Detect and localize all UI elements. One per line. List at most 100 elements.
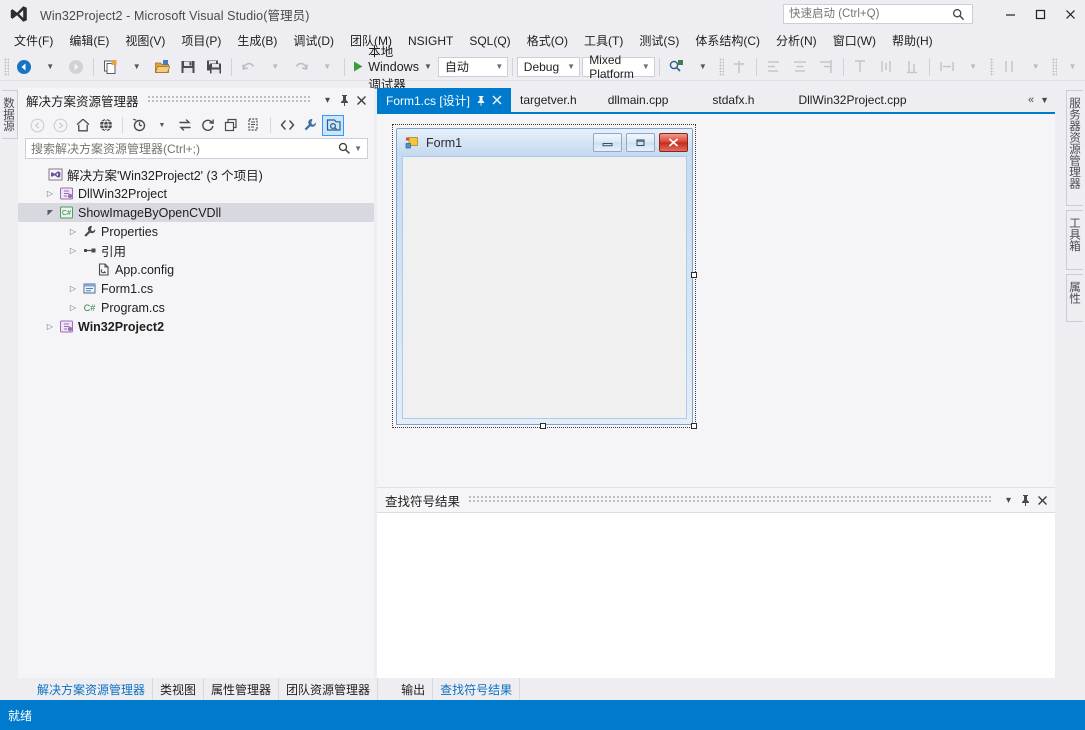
save-icon[interactable] <box>175 56 201 78</box>
tab-dllmain-cpp[interactable]: dllmain.cpp <box>585 88 691 112</box>
close-panel-button[interactable] <box>353 91 370 109</box>
navigate-forward-icon[interactable] <box>63 56 89 78</box>
menu-item-tools[interactable]: 工具(T) <box>576 29 631 52</box>
back-icon[interactable] <box>26 115 48 136</box>
solution-configuration-combo[interactable]: 自动 ▼ <box>437 56 509 77</box>
new-project-dropdown-icon[interactable]: ▼ <box>123 56 149 78</box>
menu-item-sql[interactable]: SQL(Q) <box>461 31 518 51</box>
resize-handle-middle-right[interactable] <box>691 272 697 278</box>
navigate-back-icon[interactable] <box>11 56 37 78</box>
scroll-tabs-left-icon[interactable]: « <box>1028 94 1034 106</box>
minimize-button[interactable] <box>995 0 1025 28</box>
tree-expander[interactable]: ▷ <box>43 189 57 198</box>
winform-form1[interactable]: Form1 <box>396 128 693 425</box>
menu-item-analyze[interactable]: 分析(N) <box>768 29 825 52</box>
tab-form1-cs-design[interactable]: Form1.cs [设计] <box>377 88 512 112</box>
chevron-down-icon[interactable]: ▼ <box>424 62 432 71</box>
new-project-icon[interactable] <box>97 56 123 78</box>
tree-row-properties[interactable]: ▷ Properties <box>18 222 374 241</box>
tree-expander[interactable]: ▷ <box>43 322 57 331</box>
auto-hide-button[interactable] <box>1017 491 1034 509</box>
menu-item-window[interactable]: 窗口(W) <box>825 29 884 52</box>
tree-row-showimagebyopencvdll[interactable]: C# ShowImageByOpenCVDll <box>18 203 374 222</box>
undo-dropdown-icon[interactable]: ▼ <box>262 56 288 78</box>
window-dropdown-button[interactable]: ▾ <box>319 91 336 109</box>
horizontal-spacing-icon[interactable] <box>996 56 1022 78</box>
forward-icon[interactable] <box>49 115 71 136</box>
pin-icon[interactable] <box>476 95 486 106</box>
globe-icon[interactable] <box>95 115 117 136</box>
align-centers-icon[interactable] <box>787 56 813 78</box>
close-icon[interactable] <box>492 95 502 105</box>
tree-row-win32project2[interactable]: ▷ Win32Project2 <box>18 317 374 336</box>
align-tops-icon[interactable] <box>847 56 873 78</box>
toolbar-grip[interactable] <box>4 57 9 76</box>
quick-launch-input[interactable] <box>784 7 952 21</box>
pending-changes-dropdown-icon[interactable]: ▼ <box>151 115 173 136</box>
tab-targetver-h[interactable]: targetver.h <box>511 88 586 112</box>
refresh-icon[interactable] <box>197 115 219 136</box>
save-all-icon[interactable] <box>201 56 227 78</box>
search-options-chevron-down-icon[interactable]: ▼ <box>354 144 367 153</box>
toolbar-grip[interactable] <box>719 57 724 76</box>
tab-dllwin32project-cpp[interactable]: DllWin32Project.cpp <box>776 88 929 112</box>
tree-expander[interactable]: ▷ <box>66 303 80 312</box>
collapse-all-icon[interactable] <box>220 115 242 136</box>
winform-title-bar[interactable]: Form1 <box>397 129 692 156</box>
close-button[interactable] <box>1055 0 1085 28</box>
bottom-tab-find-symbol-results[interactable]: 查找符号结果 <box>433 678 521 700</box>
tree-row-app-config[interactable]: App.config <box>18 260 374 279</box>
tree-row-program-cs[interactable]: ▷ C# Program.cs <box>18 298 374 317</box>
undo-icon[interactable] <box>236 56 262 78</box>
bottom-tab-class-view[interactable]: 类视图 <box>153 678 205 700</box>
resize-handle-bottom-right[interactable] <box>691 423 697 429</box>
attach-icon[interactable] <box>726 56 752 78</box>
tree-expander-expanded[interactable] <box>43 208 57 217</box>
sidebar-item-toolbox[interactable]: 工具箱 <box>1066 210 1083 270</box>
tree-expander[interactable]: ▷ <box>66 246 80 255</box>
active-files-dropdown-icon[interactable]: ▼ <box>1040 95 1049 105</box>
align-middles-icon[interactable] <box>873 56 899 78</box>
window-dropdown-button[interactable]: ▾ <box>1000 491 1017 509</box>
winform-client-area[interactable] <box>402 156 687 419</box>
menu-item-edit[interactable]: 编辑(E) <box>61 29 117 52</box>
align-bottoms-icon[interactable] <box>899 56 925 78</box>
bottom-tab-property-manager[interactable]: 属性管理器 <box>204 678 280 700</box>
bottom-tab-solution-explorer[interactable]: 解决方案资源管理器 <box>30 678 154 700</box>
align-lefts-icon[interactable] <box>761 56 787 78</box>
search-input[interactable] <box>26 140 336 157</box>
align-rights-icon[interactable] <box>813 56 839 78</box>
sidebar-item-data-sources[interactable]: 数据源 <box>2 90 18 139</box>
open-file-icon[interactable] <box>149 56 175 78</box>
menu-item-project[interactable]: 项目(P) <box>173 29 229 52</box>
menu-item-architecture[interactable]: 体系结构(C) <box>687 29 768 52</box>
bottom-tab-output[interactable]: 输出 <box>394 678 434 700</box>
tree-row-form1-cs[interactable]: ▷ Form1.cs <box>18 279 374 298</box>
redo-dropdown-icon[interactable]: ▼ <box>314 56 340 78</box>
navigate-back-dropdown-icon[interactable]: ▼ <box>37 56 63 78</box>
find-results-list[interactable] <box>377 512 1055 684</box>
toolbar-grip[interactable] <box>989 57 995 76</box>
tree-row-solution[interactable]: 解决方案'Win32Project2' (3 个项目) <box>18 165 374 184</box>
toolbar-grip[interactable] <box>1052 57 1057 76</box>
winform-maximize-button[interactable] <box>626 133 655 152</box>
auto-hide-button[interactable] <box>336 91 353 109</box>
vertical-spacing-icon[interactable]: ▼ <box>1022 56 1048 78</box>
home-icon[interactable] <box>72 115 94 136</box>
tree-row-references[interactable]: ▷ 引用 <box>18 241 374 260</box>
tree-row-dllwin32project[interactable]: ▷ DllWin32Project <box>18 184 374 203</box>
spacing-more-icon[interactable]: ▼ <box>1059 56 1085 78</box>
find-in-files-icon[interactable] <box>663 56 689 78</box>
sync-icon[interactable] <box>174 115 196 136</box>
view-code-icon[interactable] <box>276 115 298 136</box>
tree-expander[interactable]: ▷ <box>66 284 80 293</box>
find-dropdown-icon[interactable]: ▼ <box>689 56 715 78</box>
menu-item-test[interactable]: 测试(S) <box>631 29 687 52</box>
tab-stdafx-h[interactable]: stdafx.h <box>690 88 777 112</box>
solution-explorer-search-box[interactable]: ▼ <box>25 138 368 159</box>
quick-launch-box[interactable] <box>783 4 973 24</box>
winform-close-button[interactable] <box>659 133 688 152</box>
maximize-button[interactable] <box>1025 0 1055 28</box>
tree-expander[interactable]: ▷ <box>66 227 80 236</box>
menu-item-format[interactable]: 格式(O) <box>519 29 576 52</box>
